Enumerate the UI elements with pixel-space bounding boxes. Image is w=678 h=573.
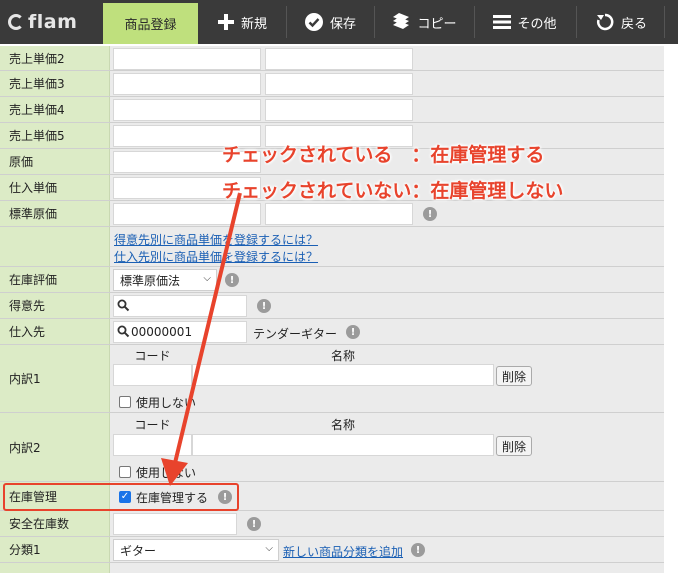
- arrow-shaft: [173, 192, 242, 464]
- annotation-line2: チェックされていない：在庫管理しない: [222, 180, 564, 202]
- annotation-line1: チェックされている ：在庫管理する: [222, 144, 545, 166]
- arrow-head: [161, 458, 188, 486]
- annotation-arrow: [161, 192, 242, 486]
